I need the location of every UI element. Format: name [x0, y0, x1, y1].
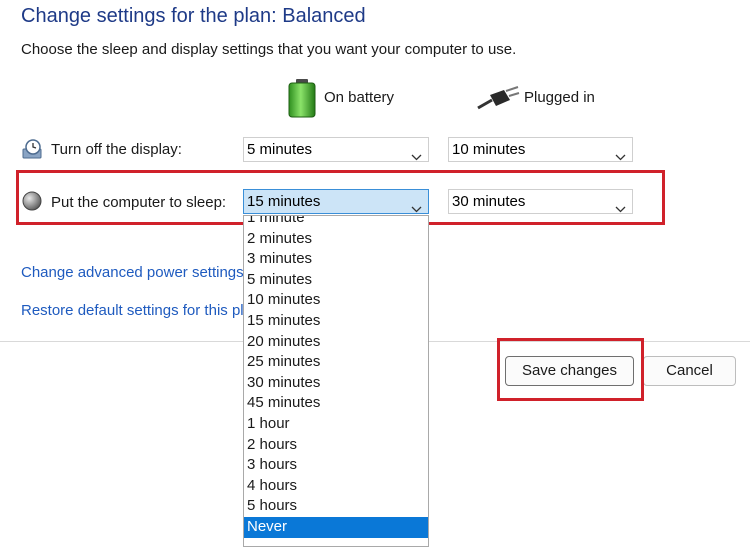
display-timer-icon: [21, 138, 43, 160]
dropdown-option[interactable]: 3 hours: [244, 455, 428, 476]
save-button-highlight: [497, 338, 644, 401]
dropdown-option[interactable]: Never: [244, 516, 428, 538]
dropdown-option[interactable]: 2 minutes: [244, 229, 428, 250]
chevron-down-icon: [411, 145, 422, 168]
dropdown-option[interactable]: 25 minutes: [244, 352, 428, 373]
dropdown-option[interactable]: 10 minutes: [244, 290, 428, 311]
plugged-column-label: Plugged in: [524, 89, 595, 106]
display-plugged-value: 10 minutes: [452, 141, 526, 158]
advanced-power-settings-link[interactable]: Change advanced power settings: [21, 264, 244, 281]
power-plug-icon: [476, 86, 520, 110]
dropdown-option[interactable]: 1 hour: [244, 414, 428, 435]
battery-column-label: On battery: [324, 89, 395, 106]
display-setting-label: Turn off the display:: [51, 141, 182, 158]
battery-icon: [285, 78, 319, 118]
dropdown-option[interactable]: 15 minutes: [244, 311, 428, 332]
page-subtitle: Choose the sleep and display settings th…: [21, 41, 517, 58]
sleep-battery-dropdown[interactable]: 1 minute 2 minutes 3 minutes 5 minutes 10 mi…: [243, 215, 429, 547]
restore-defaults-link[interactable]: Restore default settings for this pla: [21, 302, 252, 319]
display-battery-select[interactable]: 5 minutes: [243, 137, 429, 162]
dropdown-option[interactable]: 4 hours: [244, 476, 428, 497]
dropdown-option[interactable]: 30 minutes: [244, 373, 428, 394]
chevron-down-icon: [615, 145, 626, 168]
dropdown-option[interactable]: 2 hours: [244, 435, 428, 456]
dropdown-option[interactable]: 3 minutes: [244, 249, 428, 270]
page-title: Change settings for the plan: Balanced: [21, 5, 366, 27]
display-battery-value: 5 minutes: [247, 141, 313, 158]
display-plugged-select[interactable]: 10 minutes: [448, 137, 633, 162]
dropdown-option[interactable]: 20 minutes: [244, 332, 428, 353]
dropdown-option[interactable]: 5 hours: [244, 496, 428, 517]
dropdown-option[interactable]: 5 minutes: [244, 270, 428, 291]
dropdown-option[interactable]: 1 minute: [244, 216, 428, 229]
cancel-button[interactable]: Cancel: [643, 356, 736, 386]
dropdown-option[interactable]: 45 minutes: [244, 393, 428, 414]
dropdown-options: 1 minute 2 minutes 3 minutes 5 minutes 10 mi…: [244, 216, 428, 538]
